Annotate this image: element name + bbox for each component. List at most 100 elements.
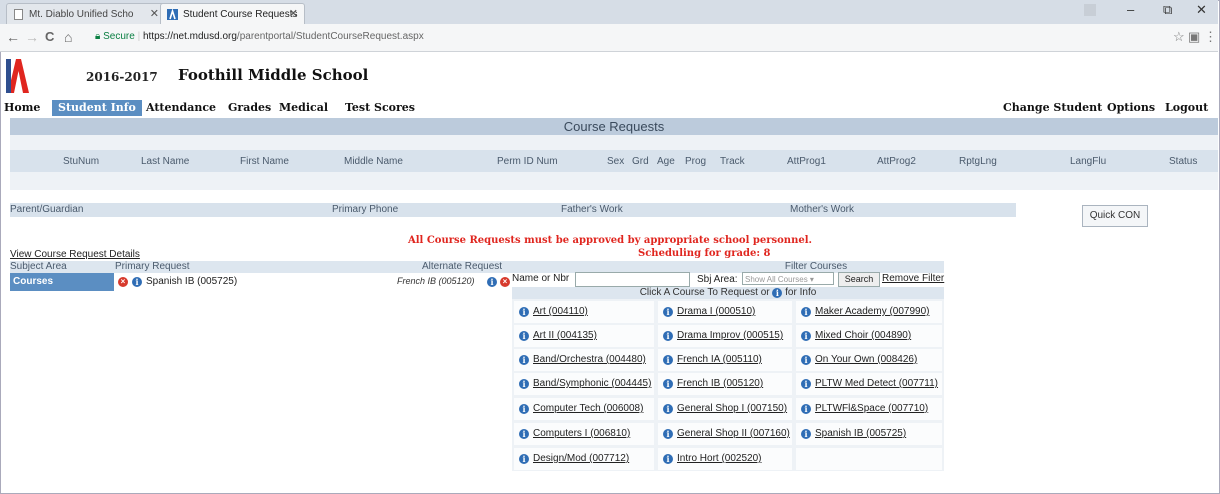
col-age: Age <box>657 156 675 167</box>
course-cell[interactable]: i Art (004110) <box>514 301 654 323</box>
info-icon[interactable]: i <box>801 355 811 365</box>
course-link[interactable]: PLTW Med Detect (007711) <box>815 378 938 389</box>
remove-icon[interactable]: × <box>118 277 128 287</box>
info-icon[interactable]: i <box>519 404 529 414</box>
course-cell[interactable]: i Computer Tech (006008) <box>514 398 654 420</box>
aeries-logo[interactable] <box>6 57 30 93</box>
course-link[interactable]: General Shop II (007160) <box>677 428 790 439</box>
info-icon[interactable]: i <box>663 307 673 317</box>
menu-student-info[interactable]: Student Info <box>52 100 142 116</box>
course-cell[interactable]: i Mixed Choir (004890) <box>796 325 942 347</box>
close-icon[interactable]: ✕ <box>150 4 159 24</box>
minimize-button[interactable]: – <box>1127 2 1134 17</box>
info-icon[interactable]: i <box>663 379 673 389</box>
name-or-nbr-input[interactable] <box>575 272 690 287</box>
sbj-area-select[interactable]: Show All Courses ▾ <box>742 272 834 285</box>
info-icon[interactable]: i <box>519 355 529 365</box>
course-cell[interactable]: i French IA (005110) <box>658 349 792 371</box>
browser-menu-icon[interactable]: ⋮ <box>1204 29 1217 45</box>
course-link[interactable]: Band/Symphonic (004445) <box>533 378 651 389</box>
course-link[interactable]: Mixed Choir (004890) <box>815 330 911 341</box>
subject-courses[interactable]: Courses <box>10 273 114 291</box>
course-cell[interactable]: i General Shop II (007160) <box>658 423 792 445</box>
course-cell[interactable]: i General Shop I (007150) <box>658 398 792 420</box>
course-cell[interactable]: i Drama Improv (000515) <box>658 325 792 347</box>
menu-test-scores[interactable]: Test Scores <box>345 101 415 114</box>
info-icon[interactable]: i <box>801 307 811 317</box>
info-icon[interactable]: i <box>132 277 142 287</box>
course-link[interactable]: Maker Academy (007990) <box>815 306 930 317</box>
course-cell[interactable]: i Design/Mod (007712) <box>514 448 654 470</box>
course-cell[interactable]: i Intro Hort (002520) <box>658 448 792 470</box>
info-icon[interactable]: i <box>663 429 673 439</box>
course-cell[interactable]: i On Your Own (008426) <box>796 349 942 371</box>
menu-logout[interactable]: Logout <box>1165 101 1208 114</box>
course-link[interactable]: Drama I (000510) <box>677 306 755 317</box>
menu-home[interactable]: Home <box>4 101 40 114</box>
course-cell[interactable]: i French IB (005120) <box>658 373 792 395</box>
course-link[interactable]: French IB (005120) <box>677 378 763 389</box>
close-icon[interactable]: ✕ <box>289 4 298 24</box>
info-icon[interactable]: i <box>519 379 529 389</box>
bookmark-star-icon[interactable]: ☆ <box>1173 29 1185 45</box>
info-icon[interactable]: i <box>519 307 529 317</box>
course-link[interactable]: General Shop I (007150) <box>677 403 787 414</box>
course-link[interactable]: Intro Hort (002520) <box>677 453 762 464</box>
course-cell[interactable]: i Art II (004135) <box>514 325 654 347</box>
info-icon[interactable]: i <box>801 429 811 439</box>
course-link[interactable]: Band/Orchestra (004480) <box>533 354 646 365</box>
col-last-name: Last Name <box>141 156 190 167</box>
info-icon[interactable]: i <box>487 277 497 287</box>
course-cell[interactable]: i Maker Academy (007990) <box>796 301 942 323</box>
col-stunum: StuNum <box>63 156 100 167</box>
info-icon[interactable]: i <box>663 331 673 341</box>
home-button[interactable]: ⌂ <box>64 29 72 45</box>
info-icon[interactable]: i <box>663 355 673 365</box>
extension-icon[interactable]: ▣ <box>1188 29 1200 45</box>
info-icon[interactable]: i <box>801 404 811 414</box>
course-link[interactable]: French IA (005110) <box>677 354 762 365</box>
course-link[interactable]: PLTWFl&Space (007710) <box>815 403 928 414</box>
menu-medical[interactable]: Medical <box>279 101 328 114</box>
remove-icon[interactable]: × <box>500 277 510 287</box>
profile-icon[interactable] <box>1084 4 1096 16</box>
course-link[interactable]: On Your Own (008426) <box>815 354 917 365</box>
course-cell[interactable]: i Spanish IB (005725) <box>796 423 942 445</box>
course-link[interactable]: Spanish IB (005725) <box>815 428 906 439</box>
info-icon[interactable]: i <box>519 454 529 464</box>
menu-options[interactable]: Options <box>1107 101 1155 114</box>
search-button[interactable]: Search <box>838 272 880 287</box>
info-icon[interactable]: i <box>663 454 673 464</box>
back-button[interactable]: ← <box>6 29 20 45</box>
info-icon[interactable]: i <box>663 404 673 414</box>
tab-student-course-requests[interactable]: Student Course Requests ✕ <box>160 3 305 24</box>
remove-filter-link[interactable]: Remove Filter <box>882 273 944 284</box>
course-link[interactable]: Art II (004135) <box>533 330 597 341</box>
course-cell[interactable]: i Band/Symphonic (004445) <box>514 373 654 395</box>
forward-button[interactable]: → <box>25 29 39 45</box>
close-window-button[interactable]: ✕ <box>1196 2 1207 18</box>
course-link[interactable]: Drama Improv (000515) <box>677 330 783 341</box>
menu-change-student[interactable]: Change Student <box>1003 101 1102 114</box>
reload-button[interactable]: C <box>45 29 54 44</box>
course-link[interactable]: Computer Tech (006008) <box>533 403 643 414</box>
info-icon[interactable]: i <box>801 331 811 341</box>
info-icon[interactable]: i <box>801 379 811 389</box>
maximize-button[interactable]: ⧉ <box>1163 2 1172 18</box>
course-link[interactable]: Design/Mod (007712) <box>533 453 629 464</box>
menu-attendance[interactable]: Attendance <box>146 101 216 114</box>
menu-grades[interactable]: Grades <box>228 101 271 114</box>
info-icon[interactable]: i <box>519 331 529 341</box>
view-course-request-details-link[interactable]: View Course Request Details <box>10 249 140 260</box>
course-cell[interactable]: i PLTW Med Detect (007711) <box>796 373 942 395</box>
info-icon[interactable]: i <box>519 429 529 439</box>
course-cell[interactable]: i PLTWFl&Space (007710) <box>796 398 942 420</box>
course-cell[interactable]: i Drama I (000510) <box>658 301 792 323</box>
course-cell[interactable]: i Band/Orchestra (004480) <box>514 349 654 371</box>
quick-con-button[interactable]: Quick CON <box>1082 205 1148 227</box>
course-link[interactable]: Art (004110) <box>533 306 588 317</box>
tab-mt-diablo[interactable]: Mt. Diablo Unified Scho ✕ <box>6 3 166 24</box>
course-cell[interactable]: i Computers I (006810) <box>514 423 654 445</box>
url-field[interactable]: 🔒︎ Secure | https://net.mdusd.org/parent… <box>95 27 1135 47</box>
course-link[interactable]: Computers I (006810) <box>533 428 630 439</box>
